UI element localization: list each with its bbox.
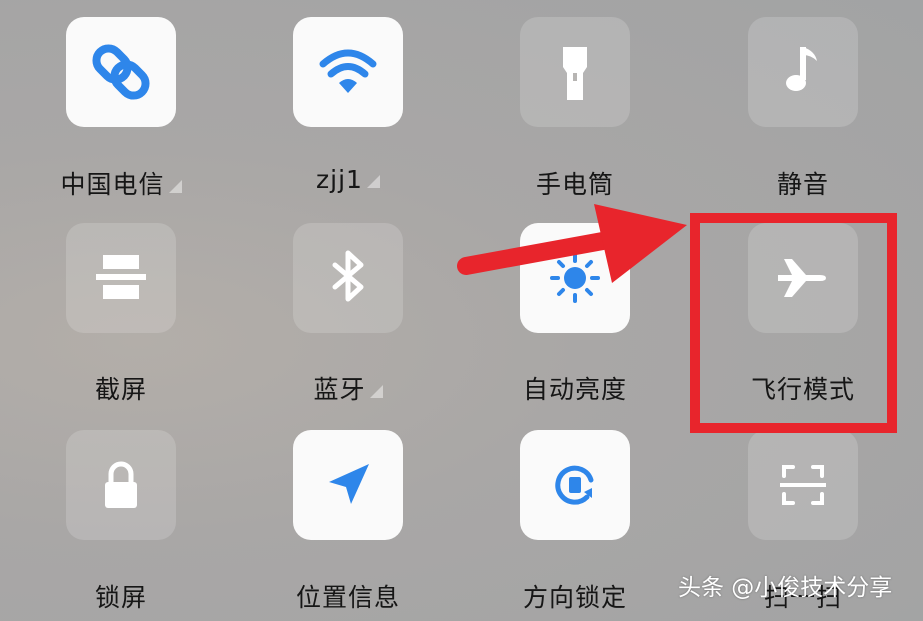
tile-label: 自动亮度 [522, 375, 627, 404]
tile-auto-brightness[interactable] [520, 223, 630, 333]
tile-label: 位置信息 [295, 583, 400, 612]
expand-corner-icon[interactable] [366, 175, 380, 188]
music-note-icon [786, 47, 817, 91]
tile-lock-screen[interactable] [66, 430, 176, 540]
tile-rotation-lock[interactable] [520, 430, 630, 540]
tile-mobile-data[interactable] [66, 17, 176, 127]
screenshot-icon [96, 255, 146, 299]
tile-screenshot[interactable] [66, 223, 176, 333]
tile-wifi[interactable] [293, 17, 403, 127]
wifi-icon [319, 49, 377, 93]
tile-label: 静音 [776, 170, 829, 199]
tile-label: 锁屏 [94, 583, 147, 612]
tile-label: zjj1 [248, 165, 448, 194]
tile-label: 手电筒 [535, 170, 614, 199]
tile-label: 方向锁定 [522, 583, 627, 612]
tile-label: 蓝牙 [248, 370, 448, 406]
lock-icon [105, 461, 137, 508]
tile-label: 中国电信 [21, 165, 221, 201]
rotation-lock-icon [555, 465, 594, 505]
scan-icon [780, 465, 826, 505]
location-icon [329, 464, 369, 504]
bluetooth-icon [332, 250, 364, 302]
tile-scan[interactable] [748, 430, 858, 540]
tile-location[interactable] [293, 430, 403, 540]
tile-mute[interactable] [748, 17, 858, 127]
link-icon [92, 44, 150, 100]
expand-corner-icon[interactable] [369, 385, 383, 398]
tile-label: 截屏 [94, 375, 147, 404]
tile-flashlight[interactable] [520, 17, 630, 127]
tile-bluetooth[interactable] [293, 223, 403, 333]
flashlight-icon [563, 47, 587, 100]
annotation-highlight-box [690, 213, 897, 433]
expand-corner-icon[interactable] [168, 180, 182, 193]
brightness-icon [550, 253, 600, 303]
watermark: 头条 @小俊技术分享 [678, 575, 893, 601]
